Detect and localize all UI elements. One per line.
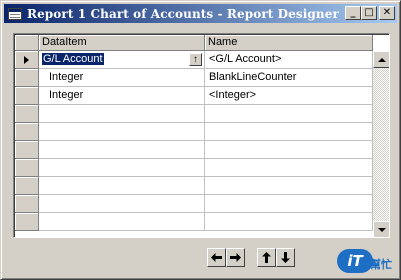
table-row[interactable] xyxy=(15,213,373,231)
row-selector[interactable] xyxy=(15,195,39,213)
table-row[interactable] xyxy=(15,123,373,141)
grid-rows: G/L Account ↑ <G/L Account> Integer Blan… xyxy=(15,51,373,231)
row-selector[interactable] xyxy=(15,105,39,123)
maximize-icon: □ xyxy=(364,7,374,18)
table-row[interactable] xyxy=(15,159,373,177)
dataitem-cell[interactable]: Integer xyxy=(39,69,205,87)
grid-header: DataItem Name xyxy=(15,35,373,51)
scroll-up-icon xyxy=(377,57,386,62)
scroll-down-button[interactable] xyxy=(373,221,389,237)
column-header-dataitem[interactable]: DataItem xyxy=(39,35,205,51)
arrow-right-icon xyxy=(230,253,241,262)
row-selector[interactable] xyxy=(15,159,39,177)
dataitem-cell[interactable] xyxy=(39,105,205,123)
dataitem-grid: DataItem Name G/L Account ↑ <G/L Account… xyxy=(13,33,390,238)
row-selector[interactable] xyxy=(15,123,39,141)
dataitem-cell[interactable] xyxy=(39,123,205,141)
current-row-pointer-icon xyxy=(24,55,29,64)
indent-button-group xyxy=(207,248,245,267)
name-cell[interactable] xyxy=(205,213,373,231)
indent-up-icon[interactable]: ↑ xyxy=(189,53,202,66)
dataitem-cell[interactable] xyxy=(39,195,205,213)
move-up-button[interactable] xyxy=(257,248,276,267)
table-row[interactable] xyxy=(15,195,373,213)
report-designer-icon xyxy=(8,7,22,20)
row-selector[interactable] xyxy=(15,51,39,69)
indent-left-button[interactable] xyxy=(207,248,226,267)
table-row[interactable] xyxy=(15,141,373,159)
move-down-button[interactable] xyxy=(276,248,295,267)
dataitem-cell[interactable]: Integer xyxy=(39,87,205,105)
window-title: Report 1 Chart of Accounts - Report Desi… xyxy=(27,6,339,21)
name-cell[interactable] xyxy=(205,123,373,141)
vertical-scrollbar[interactable] xyxy=(373,51,389,237)
arrow-down-icon xyxy=(281,252,290,263)
watermark-logo: iT 幫忙 xyxy=(337,245,397,277)
arrow-left-icon xyxy=(211,253,222,262)
name-cell[interactable] xyxy=(205,195,373,213)
table-row[interactable] xyxy=(15,105,373,123)
dataitem-cell[interactable] xyxy=(39,159,205,177)
indent-right-button[interactable] xyxy=(226,248,245,267)
dataitem-cell[interactable] xyxy=(39,141,205,159)
dataitem-value: G/L Account xyxy=(42,53,104,65)
dataitem-cell[interactable]: G/L Account ↑ xyxy=(39,51,205,69)
scroll-up-button[interactable] xyxy=(373,51,389,68)
column-header-name[interactable]: Name xyxy=(205,35,373,51)
name-cell[interactable]: <Integer> xyxy=(205,87,373,105)
name-cell[interactable]: <G/L Account> xyxy=(205,51,373,69)
table-row[interactable]: Integer BlankLineCounter xyxy=(15,69,373,87)
table-row[interactable]: G/L Account ↑ <G/L Account> xyxy=(15,51,373,69)
name-cell[interactable] xyxy=(205,177,373,195)
name-cell[interactable] xyxy=(205,105,373,123)
close-icon: ✕ xyxy=(382,7,392,18)
minimize-icon: _ xyxy=(350,7,356,18)
dataitem-cell[interactable] xyxy=(39,213,205,231)
row-selector[interactable] xyxy=(15,87,39,105)
row-selector[interactable] xyxy=(15,177,39,195)
table-row[interactable] xyxy=(15,177,373,195)
scroll-down-icon xyxy=(377,227,386,232)
watermark-logo-mark: iT xyxy=(337,249,373,273)
report-designer-window: Report 1 Chart of Accounts - Report Desi… xyxy=(0,0,401,280)
maximize-button[interactable]: □ xyxy=(361,6,377,20)
table-row[interactable]: Integer <Integer> xyxy=(15,87,373,105)
minimize-button[interactable]: _ xyxy=(345,6,361,20)
row-selector-header[interactable] xyxy=(15,35,39,51)
row-selector[interactable] xyxy=(15,69,39,87)
name-cell[interactable] xyxy=(205,159,373,177)
title-bar[interactable]: Report 1 Chart of Accounts - Report Desi… xyxy=(4,4,397,23)
watermark-text: 幫忙 xyxy=(370,258,392,271)
dataitem-cell[interactable] xyxy=(39,177,205,195)
row-selector[interactable] xyxy=(15,213,39,231)
row-selector[interactable] xyxy=(15,141,39,159)
name-cell[interactable]: BlankLineCounter xyxy=(205,69,373,87)
name-cell[interactable] xyxy=(205,141,373,159)
close-button[interactable]: ✕ xyxy=(379,6,395,20)
arrow-up-icon xyxy=(262,252,271,263)
move-button-group xyxy=(257,248,295,267)
